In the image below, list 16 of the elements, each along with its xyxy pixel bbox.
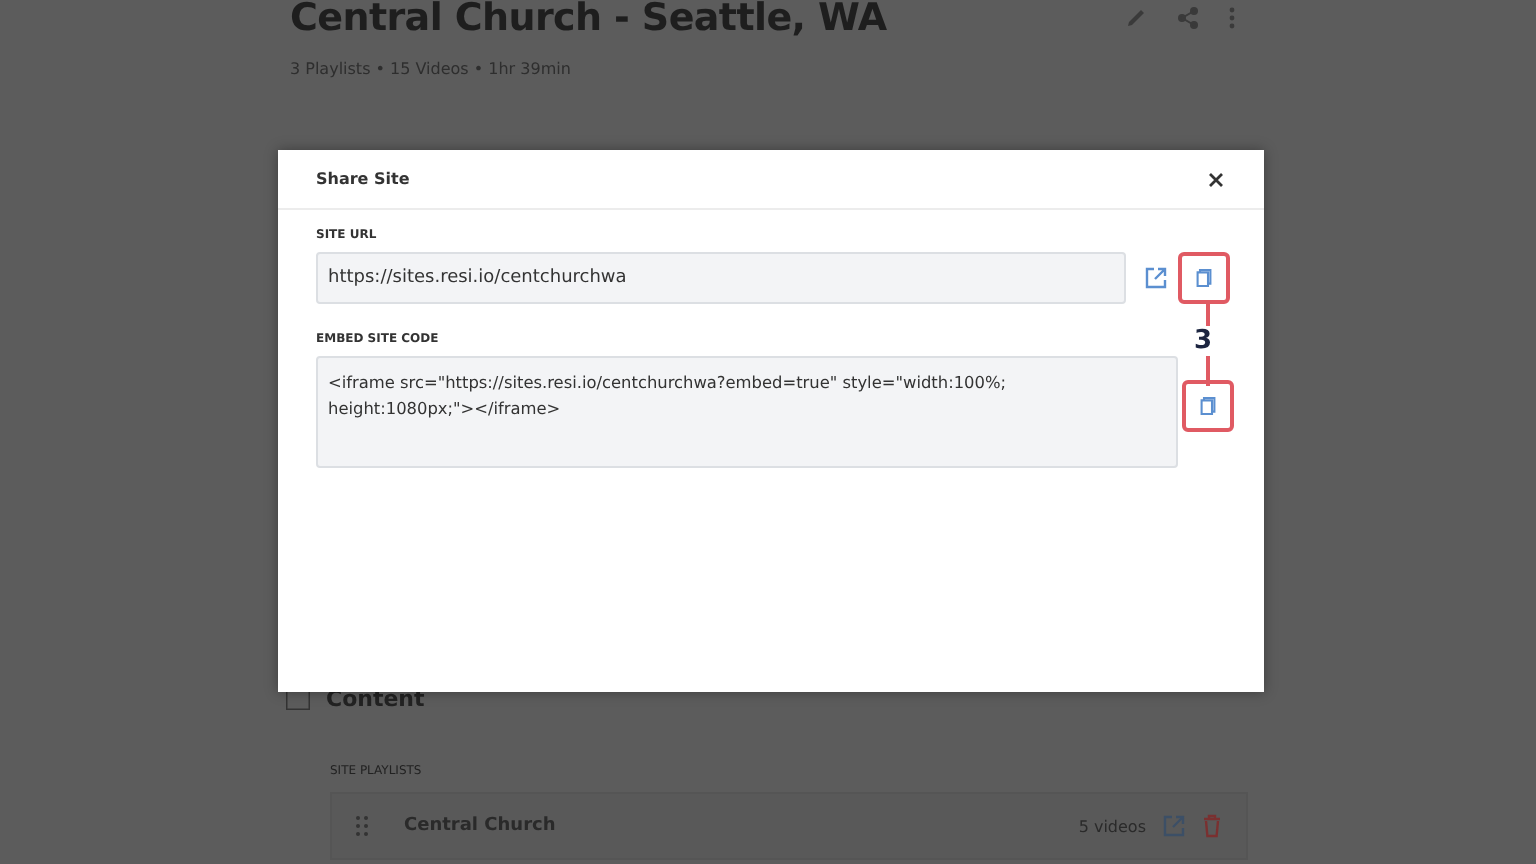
share-icon[interactable] xyxy=(1176,6,1200,30)
more-icon[interactable] xyxy=(1228,6,1236,30)
copy-icon xyxy=(1200,396,1216,416)
external-link-icon[interactable] xyxy=(1144,266,1168,290)
drag-handle-icon[interactable] xyxy=(356,816,368,836)
url-field[interactable]: https://sites.resi.io/centchurchwa xyxy=(316,252,1126,304)
dialog-title: Share Site xyxy=(316,170,410,188)
close-button[interactable] xyxy=(1204,167,1228,191)
copy-icon xyxy=(1196,268,1212,288)
trash-icon[interactable] xyxy=(1202,814,1222,838)
copy-button[interactable] xyxy=(1182,380,1234,432)
embed-code-field[interactable]: <iframe src="https://sites.resi.io/centchurchwa?embed=true" style="width:100%; height:1080px;"></iframe> xyxy=(316,356,1178,468)
section-title: Content xyxy=(326,686,425,712)
page-title: Central Church - Seattle, WA xyxy=(290,0,889,40)
pencil-icon[interactable] xyxy=(1124,6,1148,30)
copy-button[interactable] xyxy=(1178,252,1230,304)
